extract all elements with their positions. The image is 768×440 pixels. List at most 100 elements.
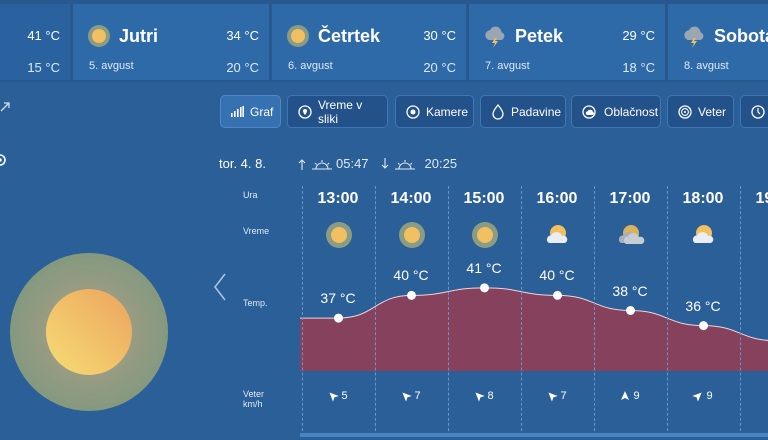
sun-icon <box>471 221 499 249</box>
row-label-temp: Temp. <box>243 298 268 308</box>
sunrise-icon <box>298 158 332 170</box>
temperature-point[interactable] <box>699 321 708 331</box>
camera-icon <box>406 104 420 119</box>
clock-icon <box>751 104 765 119</box>
wind-direction-icon <box>475 392 486 402</box>
cloud-icon <box>582 104 596 119</box>
wind-direction-icon <box>548 392 559 402</box>
day-card-today[interactable]: 41 °C 15 °C <box>0 4 70 80</box>
tab-graf[interactable]: Graf <box>220 95 281 128</box>
horizontal-scrollbar[interactable] <box>300 433 768 437</box>
temperature-label: 36 °C <box>685 297 721 314</box>
column-separator <box>740 186 741 436</box>
sun-icon <box>287 25 309 47</box>
tab-oblacnost[interactable]: Oblačnost <box>571 95 661 128</box>
row-label-weather: Vreme <box>243 226 270 236</box>
current-weather-sun-icon <box>10 253 168 411</box>
day-min-temp: 20 °C <box>423 60 456 75</box>
hour-label: 18:00 <box>682 190 724 207</box>
temperature-label: 38 °C <box>612 282 648 299</box>
day-card-tomorrow[interactable]: Jutri 5. avgust 34 °C 20 °C <box>73 4 269 80</box>
temperature-label: 40 °C <box>393 267 429 284</box>
day-date: 5. avgust <box>89 60 134 72</box>
wind-cell: 9 <box>594 390 666 402</box>
day-card-saturday[interactable]: Sobota 8. avgust <box>668 4 768 80</box>
daily-forecast-strip: 41 °C 15 °C Jutri 5. avgust 34 °C 20 °C … <box>0 0 768 82</box>
drop-icon <box>492 103 504 120</box>
sun-icon <box>325 221 353 249</box>
sunset-time: 20:25 <box>424 156 458 171</box>
wind-speed: 7 <box>560 390 567 402</box>
day-min-temp: 15 °C <box>27 60 60 75</box>
bar-chart-icon <box>231 106 244 117</box>
day-max-temp: 29 °C <box>622 28 655 43</box>
day-card-thursday[interactable]: Četrtek 6. avgust 30 °C 20 °C <box>272 4 466 80</box>
wind-speed: 7 <box>414 390 421 402</box>
wind-icon <box>678 104 692 119</box>
temperature-point[interactable] <box>407 290 416 300</box>
tab-label: Kamere <box>426 104 469 119</box>
temperature-point[interactable] <box>626 306 635 315</box>
sun-icon <box>88 25 110 47</box>
wind-speed: 9 <box>633 390 640 402</box>
tab-label: Graf <box>250 104 274 119</box>
day-name: Petek <box>515 26 564 46</box>
temperature-label: 41 °C <box>466 259 502 276</box>
wind-cell: 7 <box>375 390 447 402</box>
hour-label: 16:00 <box>536 190 578 207</box>
map-pin-icon <box>298 104 312 119</box>
wind-cell: 9 <box>667 390 739 402</box>
selected-date: tor. 4. 8. <box>219 156 266 171</box>
partly-cloudy-icon <box>690 221 718 249</box>
tab-veter[interactable]: Veter <box>667 95 734 128</box>
day-min-temp: 20 °C <box>226 60 259 75</box>
wind-direction-icon <box>621 391 630 400</box>
hour-label: 15:00 <box>463 190 505 207</box>
row-label-wind: Veter <box>243 389 265 399</box>
day-date: 8. avgust <box>684 60 729 72</box>
day-name: Sobota <box>714 26 768 46</box>
wind-direction-icon <box>402 392 413 402</box>
sunset-icon <box>381 157 415 170</box>
temperature-label: 40 °C <box>539 267 575 284</box>
day-date: 6. avgust <box>288 60 333 72</box>
temperature-point[interactable] <box>480 283 489 293</box>
cloudy-icon <box>617 221 645 249</box>
wind-speed: 5 <box>341 390 348 402</box>
external-link-icon[interactable] <box>0 100 10 112</box>
tab-label: Padavine <box>511 104 562 119</box>
hour-label: 13:00 <box>317 190 359 207</box>
wind-cell: 8 <box>448 390 520 402</box>
row-label-wind-unit: km/h <box>243 399 263 409</box>
chevron-left-icon[interactable] <box>212 272 228 302</box>
wind-speed: 9 <box>706 390 713 402</box>
hour-label: 17:00 <box>609 190 651 207</box>
tab-kamere[interactable]: Kamere <box>395 95 474 128</box>
day-date: 7. avgust <box>485 60 530 72</box>
sun-icon <box>398 221 426 249</box>
tab-more[interactable] <box>740 95 768 128</box>
day-name: Jutri <box>119 26 159 46</box>
temperature-point[interactable] <box>334 313 343 323</box>
sun-times: 05:47 20:25 <box>298 156 457 171</box>
day-min-temp: 18 °C <box>622 60 655 75</box>
day-card-friday[interactable]: Petek 7. avgust 29 °C 18 °C <box>469 4 665 80</box>
wind-direction-icon <box>329 392 340 402</box>
day-max-temp: 41 °C <box>27 28 60 43</box>
day-name: Četrtek <box>318 26 381 46</box>
tab-padavine[interactable]: Padavine <box>480 95 566 128</box>
temperature-label: 37 °C <box>320 290 356 307</box>
hour-label: 14:00 <box>390 190 432 207</box>
location-icon[interactable] <box>0 154 8 166</box>
wind-speed: 8 <box>487 390 494 402</box>
day-max-temp: 34 °C <box>226 28 259 43</box>
thunderstorm-icon <box>684 26 704 48</box>
tab-label: Veter <box>698 104 727 119</box>
row-label-hour: Ura <box>243 190 258 200</box>
partly-cloudy-icon <box>544 221 572 249</box>
sunrise-time: 05:47 <box>336 156 369 171</box>
temperature-point[interactable] <box>553 290 562 300</box>
wind-cell: 5 <box>302 390 374 402</box>
tab-vreme-v-sliki[interactable]: Vreme v sliki <box>287 95 388 128</box>
tab-label: Vreme v sliki <box>318 97 363 126</box>
